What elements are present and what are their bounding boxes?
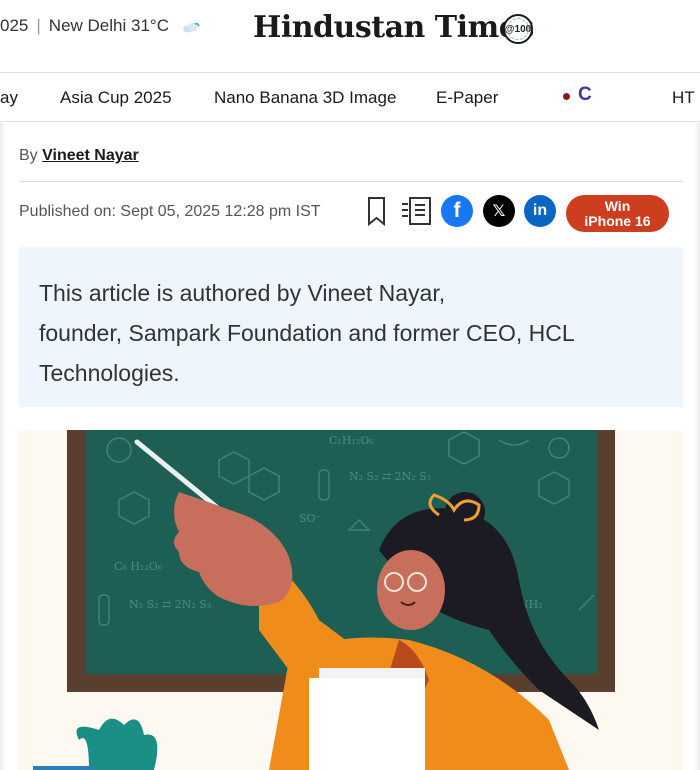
nav-item-partial[interactable]: ay	[0, 88, 18, 108]
plant	[76, 718, 158, 770]
summary-line-3: Technologies.	[39, 360, 180, 386]
nav-item-c[interactable]: C	[578, 84, 592, 106]
paper	[309, 678, 425, 770]
live-dot-icon	[563, 93, 570, 100]
date-fragment: 025	[0, 16, 29, 35]
centenary-badge: @100	[503, 14, 533, 44]
formula-4: N₂ S₂ ⇄ 2N₂ S₃	[129, 598, 211, 611]
weather-cloud-icon	[182, 22, 200, 33]
date-weather: 025 | New Delhi 31°C	[0, 16, 200, 36]
article-content: By Vineet Nayar Published on: Sept 05, 2…	[0, 123, 700, 770]
separator: |	[36, 16, 41, 35]
top-header: 025 | New Delhi 31°C Hindustan Times @100	[0, 0, 700, 70]
nav-item-epaper[interactable]: E-Paper	[436, 88, 498, 108]
article-summary: This article is authored by Vineet Nayar…	[19, 247, 683, 407]
hero-image[interactable]: C₁H₁₂O₆ N₂ S₂ ⇄ 2N₂ S₃ C₆ H₁₂O₆ N₂ S₂ ⇄ …	[19, 430, 683, 770]
author-link[interactable]: Vineet Nayar	[42, 147, 139, 164]
formula-5: SO⁻	[299, 512, 322, 525]
hero-caption-bar	[33, 766, 93, 770]
nav-item-ht[interactable]: HT	[672, 88, 695, 108]
paper-back	[319, 668, 425, 678]
byline: By Vineet Nayar	[19, 147, 139, 165]
summary-line-2: founder, Sampark Foundation and former C…	[39, 320, 575, 346]
promo-line-2: iPhone 16	[584, 213, 651, 229]
summary-line-1: This article is authored by Vineet Nayar…	[39, 280, 446, 306]
formula-2: N₂ S₂ ⇄ 2N₂ S₃	[349, 470, 431, 483]
bookmark-icon[interactable]	[363, 195, 395, 227]
linkedin-icon[interactable]: in	[524, 195, 556, 227]
site-logo[interactable]: Hindustan Times	[253, 10, 534, 45]
byline-prefix: By	[19, 147, 38, 164]
formula-3: C₆ H₁₂O₆	[114, 560, 163, 573]
weather-text[interactable]: New Delhi 31°C	[49, 16, 169, 35]
win-iphone-button[interactable]: Win iPhone 16	[566, 195, 669, 232]
divider	[19, 181, 683, 182]
nav-item-asia-cup[interactable]: Asia Cup 2025	[60, 88, 172, 108]
formula-1: C₁H₁₂O₆	[329, 434, 374, 447]
teacher-illustration: C₁H₁₂O₆ N₂ S₂ ⇄ 2N₂ S₃ C₆ H₁₂O₆ N₂ S₂ ⇄ …	[33, 430, 615, 770]
promo-line-1: Win	[604, 198, 631, 214]
news-feed-icon[interactable]	[400, 195, 432, 227]
x-icon[interactable]: 𝕏	[483, 195, 515, 227]
published-date: Published on: Sept 05, 2025 12:28 pm IST	[19, 203, 321, 220]
facebook-icon[interactable]: f	[441, 195, 473, 227]
nav-item-nano-banana[interactable]: Nano Banana 3D Image	[214, 88, 396, 108]
main-nav: ay Asia Cup 2025 Nano Banana 3D Image E-…	[0, 72, 700, 122]
